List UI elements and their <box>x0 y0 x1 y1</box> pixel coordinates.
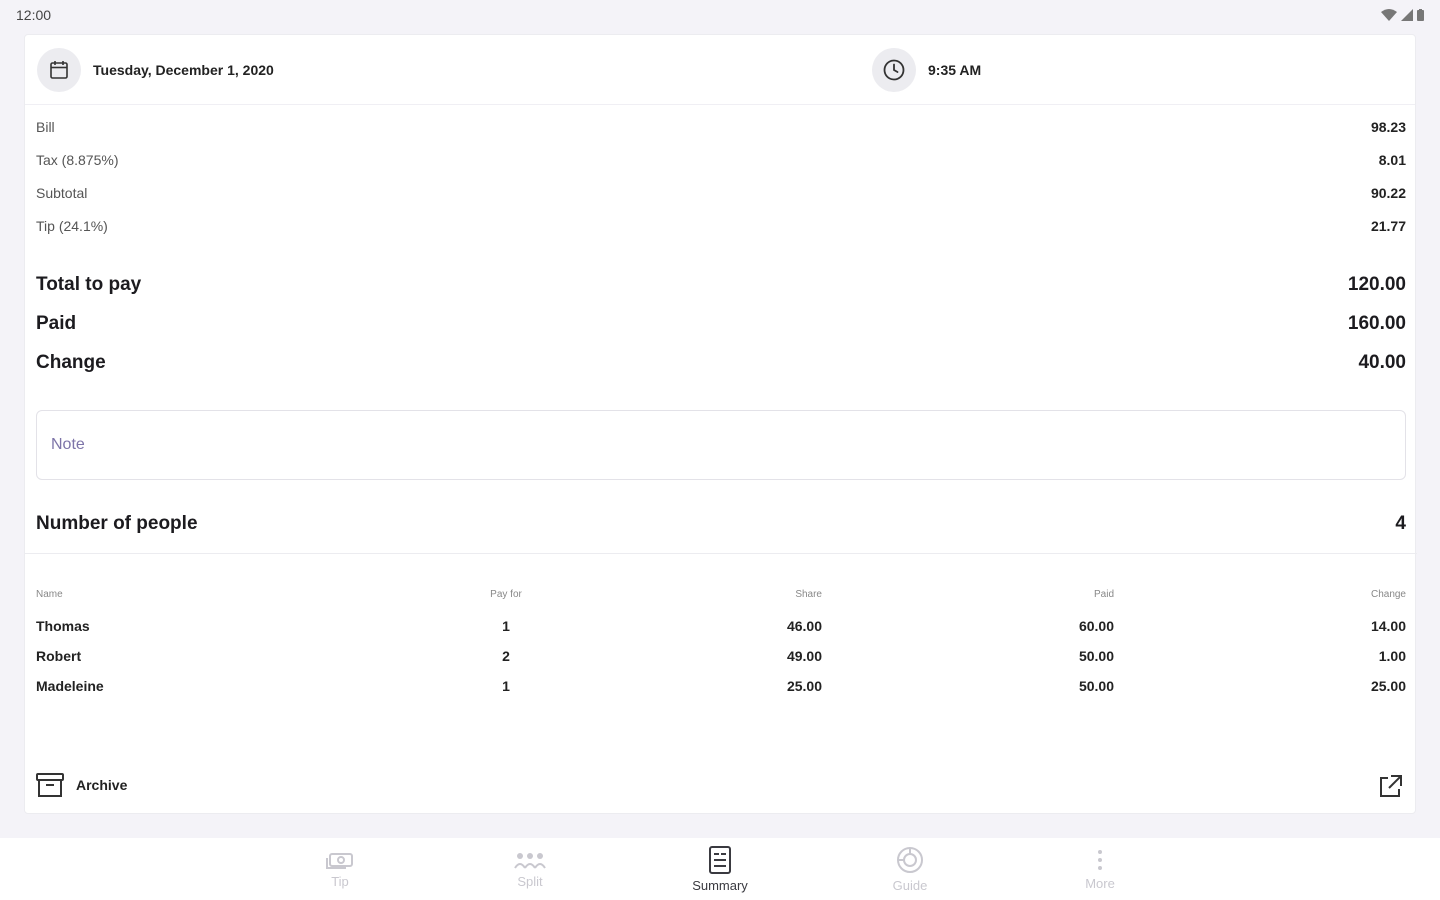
header-pay-for: Pay for <box>490 588 522 600</box>
date-text: Tuesday, December 1, 2020 <box>93 62 274 78</box>
row-pay-for: 1 <box>502 678 510 694</box>
summary-icon <box>709 845 731 874</box>
table-header: Name Pay for Share Paid Change <box>36 585 1406 603</box>
row-paid: 50.00 <box>1078 648 1114 664</box>
tip-value: 21.77 <box>1370 218 1406 234</box>
paid-label: Paid <box>36 313 77 334</box>
summary-card: Tuesday, December 1, 2020 9:35 AM Bill 9… <box>24 34 1417 814</box>
wifi-icon <box>1381 9 1397 21</box>
tip-label: Tip (24.1%) <box>36 218 108 234</box>
nav-summary-label: Summary <box>692 877 748 893</box>
nav-summary[interactable]: Summary <box>625 838 815 900</box>
row-share: 46.00 <box>786 618 822 634</box>
change-value: 40.00 <box>1358 352 1406 373</box>
status-icons <box>1381 9 1424 21</box>
row-pay-for: 2 <box>502 648 510 664</box>
nav-tip[interactable]: Tip <box>245 838 435 900</box>
people-label: Number of people <box>36 513 198 534</box>
header-share: Share <box>795 588 822 600</box>
time-picker[interactable]: 9:35 AM <box>872 48 981 92</box>
table-row: Thomas 1 46.00 60.00 14.00 <box>36 611 1406 641</box>
tax-label: Tax (8.875%) <box>36 152 119 168</box>
header-name: Name <box>36 588 63 600</box>
share-button[interactable] <box>1377 774 1403 805</box>
tip-row: Tip (24.1%) 21.77 <box>36 218 1406 234</box>
nav-guide-label: Guide <box>892 877 928 893</box>
open-external-icon <box>1380 775 1402 797</box>
nav-split-label: Split <box>517 873 543 889</box>
calendar-icon <box>37 48 81 92</box>
bottom-nav: Tip Split Summary Guide More <box>0 838 1440 900</box>
row-paid: 50.00 <box>1078 678 1114 694</box>
nav-more[interactable]: More <box>1005 838 1195 900</box>
total-value: 120.00 <box>1347 274 1406 295</box>
row-paid: 60.00 <box>1078 618 1114 634</box>
nav-tip-label: Tip <box>331 873 349 889</box>
subtotal-label: Subtotal <box>36 185 88 201</box>
date-picker[interactable]: Tuesday, December 1, 2020 <box>37 48 274 92</box>
status-time: 12:00 <box>16 7 52 23</box>
change-label: Change <box>36 352 106 373</box>
status-bar: 12:00 <box>0 0 1440 30</box>
nav-more-label: More <box>1085 875 1115 891</box>
people-value: 4 <box>1395 513 1406 534</box>
row-change: 14.00 <box>1370 618 1406 634</box>
row-share: 49.00 <box>786 648 822 664</box>
datetime-row: Tuesday, December 1, 2020 9:35 AM <box>25 35 1415 105</box>
guide-icon <box>897 846 923 873</box>
bill-value: 98.23 <box>1370 119 1406 135</box>
row-change: 1.00 <box>1378 648 1406 664</box>
subtotal-value: 90.22 <box>1370 185 1406 201</box>
bill-row: Bill 98.23 <box>36 119 1406 135</box>
table-row: Robert 2 49.00 50.00 1.00 <box>36 641 1406 671</box>
paid-value: 160.00 <box>1347 313 1406 334</box>
nav-split[interactable]: Split <box>435 838 625 900</box>
tip-icon <box>326 852 353 869</box>
split-icon <box>514 852 546 869</box>
subtotal-row: Subtotal 90.22 <box>36 185 1406 201</box>
change-row: Change 40.00 <box>36 352 1406 374</box>
more-vertical-icon <box>1098 849 1102 870</box>
tax-row: Tax (8.875%) 8.01 <box>36 152 1406 168</box>
row-name: Robert <box>36 648 82 664</box>
table-row: Madeleine 1 25.00 50.00 25.00 <box>36 671 1406 701</box>
header-paid: Paid <box>1093 588 1114 600</box>
row-change: 25.00 <box>1370 678 1406 694</box>
archive-button[interactable]: Archive <box>36 772 127 798</box>
archive-label: Archive <box>76 777 128 793</box>
nav-guide[interactable]: Guide <box>815 838 1005 900</box>
tax-value: 8.01 <box>1378 152 1406 168</box>
archive-icon <box>36 773 64 797</box>
clock-icon <box>872 48 916 92</box>
note-placeholder: Note <box>51 436 85 453</box>
row-pay-for: 1 <box>502 618 510 634</box>
battery-icon <box>1417 9 1424 21</box>
bill-label: Bill <box>36 119 55 135</box>
number-of-people-row[interactable]: Number of people 4 <box>36 513 1406 535</box>
paid-row: Paid 160.00 <box>36 313 1406 335</box>
note-input[interactable]: Note <box>36 410 1406 480</box>
row-name: Thomas <box>36 618 90 634</box>
signal-icon <box>1401 9 1413 21</box>
time-text: 9:35 AM <box>928 62 982 78</box>
row-name: Madeleine <box>36 678 104 694</box>
people-table: Name Pay for Share Paid Change Thomas 1 … <box>36 585 1406 701</box>
divider <box>25 553 1417 554</box>
total-to-pay-row: Total to pay 120.00 <box>36 274 1406 296</box>
total-label: Total to pay <box>36 274 142 295</box>
header-change: Change <box>1370 588 1406 600</box>
row-share: 25.00 <box>786 678 822 694</box>
